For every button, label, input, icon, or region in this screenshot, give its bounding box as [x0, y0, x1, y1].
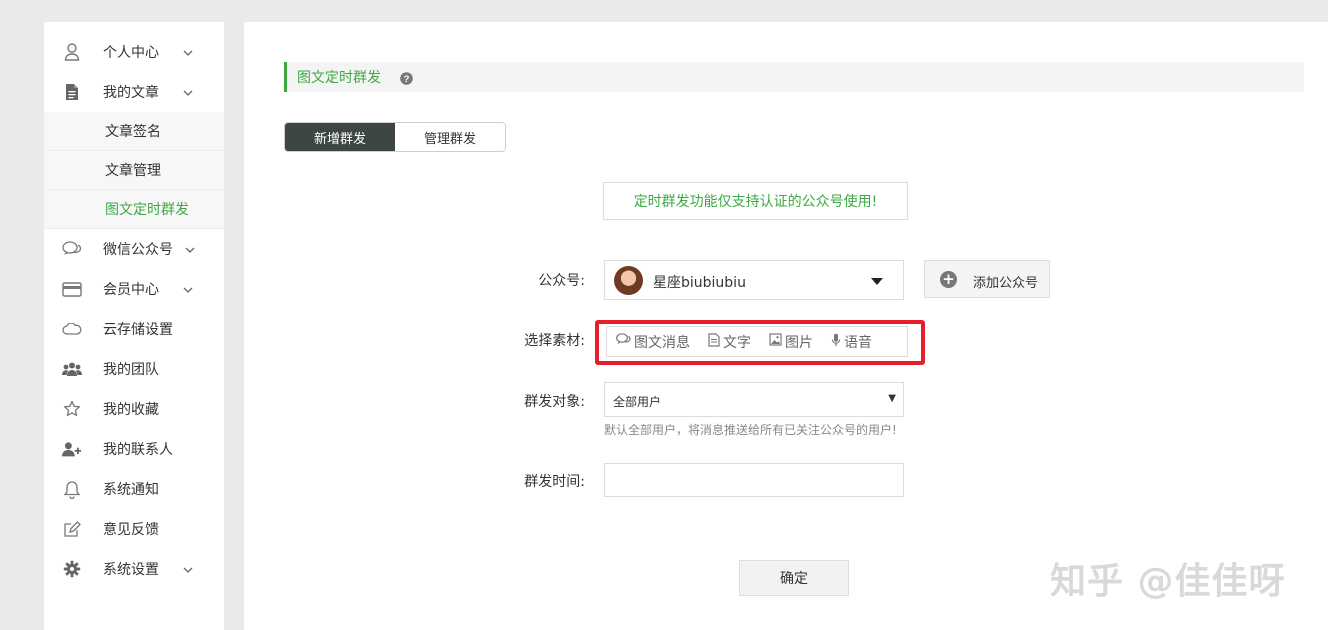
target-select-value: 全部用户: [613, 395, 662, 409]
page-header: 图文定时群发 ?: [284, 62, 1304, 92]
page-title: 图文定时群发: [297, 70, 381, 86]
material-type-tabs: 图文消息 文字 图片 语音: [606, 326, 908, 357]
sidebar-subitem-scheduled-broadcast[interactable]: 图文定时群发: [44, 190, 224, 229]
select-arrow-icon: ▼: [888, 393, 896, 404]
chat-bubble-icon: [616, 333, 634, 350]
sidebar-item-system-settings[interactable]: 系统设置: [44, 549, 224, 589]
chat-icon: [62, 239, 82, 259]
target-label: 群发对象:: [524, 394, 585, 410]
text-file-icon: [708, 332, 723, 351]
chevron-down-icon: [183, 45, 193, 61]
cloud-icon: [62, 319, 82, 339]
target-select[interactable]: 全部用户 ▼: [604, 382, 904, 417]
material-tab-label: 图片: [785, 334, 813, 351]
chevron-down-icon: [183, 85, 193, 101]
target-hint: 默认全部用户，将消息推送给所有已关注公众号的用户!: [604, 423, 897, 437]
sidebar-item-my-articles[interactable]: 我的文章: [44, 72, 224, 112]
account-label: 公众号:: [538, 273, 585, 289]
main-panel: 图文定时群发 ? 新增群发 管理群发 定时群发功能仅支持认证的公众号使用! 公众…: [244, 22, 1328, 630]
sidebar-item-my-team[interactable]: 我的团队: [44, 349, 224, 389]
sidebar-item-my-favorites[interactable]: 我的收藏: [44, 389, 224, 429]
watermark: 知乎 @佳佳呀: [1050, 561, 1286, 602]
image-icon: [769, 333, 785, 350]
plus-circle-icon: +: [940, 271, 957, 288]
sidebar-item-label: 我的联系人: [103, 442, 173, 458]
material-tab-label: 语音: [844, 334, 872, 351]
submenu-my-articles: 文章签名 文章管理 图文定时群发: [44, 112, 224, 229]
sidebar-item-label: 系统设置: [103, 562, 159, 578]
account-select[interactable]: 星座biubiubiu: [604, 260, 904, 300]
sidebar-item-label: 系统通知: [103, 482, 159, 498]
material-tab-text[interactable]: 文字: [708, 332, 751, 352]
account-name: 星座biubiubiu: [653, 275, 746, 291]
material-tab-voice[interactable]: 语音: [831, 332, 872, 352]
tab-manage-broadcast[interactable]: 管理群发: [395, 123, 505, 151]
chevron-down-icon: [183, 282, 193, 298]
broadcast-time-input[interactable]: [604, 463, 904, 497]
sidebar-item-label: 云存储设置: [103, 322, 173, 338]
microphone-icon: [831, 333, 844, 351]
material-label: 选择素材:: [524, 333, 585, 349]
document-icon: [62, 82, 82, 102]
svg-text:?: ?: [404, 74, 410, 85]
gear-icon: [62, 559, 82, 579]
verified-account-notice: 定时群发功能仅支持认证的公众号使用!: [603, 182, 908, 220]
add-account-label: 添加公众号: [973, 276, 1039, 291]
team-icon: [62, 359, 82, 379]
caret-down-icon: [871, 278, 883, 285]
chevron-down-icon: [185, 242, 195, 258]
broadcast-tabs: 新增群发 管理群发: [284, 122, 506, 152]
chevron-down-icon: [183, 562, 193, 578]
sidebar-item-wechat-accounts[interactable]: 微信公众号: [44, 229, 224, 269]
material-tab-label: 文字: [723, 334, 751, 351]
material-tab-image[interactable]: 图片: [769, 332, 813, 352]
edit-icon: [62, 519, 82, 539]
sidebar-item-system-notifications[interactable]: 系统通知: [44, 469, 224, 509]
sidebar-item-personal-center[interactable]: 个人中心: [44, 32, 224, 72]
avatar: [614, 266, 643, 295]
star-icon: [62, 399, 82, 419]
sidebar-item-label: 我的文章: [103, 85, 159, 101]
sidebar-item-member-center[interactable]: 会员中心: [44, 269, 224, 309]
user-icon: [62, 42, 82, 62]
sidebar-item-label: 会员中心: [103, 282, 159, 298]
sidebar-subitem-article-signature[interactable]: 文章签名: [44, 112, 224, 151]
sidebar-item-label: 我的团队: [103, 362, 159, 378]
bell-icon: [62, 479, 82, 499]
tab-new-broadcast[interactable]: 新增群发: [285, 123, 395, 151]
add-account-button[interactable]: + 添加公众号: [924, 260, 1050, 298]
material-highlight-box: 图文消息 文字 图片 语音: [595, 320, 925, 365]
card-icon: [62, 279, 82, 299]
sidebar-item-feedback[interactable]: 意见反馈: [44, 509, 224, 549]
sidebar-item-cloud-storage[interactable]: 云存储设置: [44, 309, 224, 349]
sidebar-item-label: 我的收藏: [103, 402, 159, 418]
time-label: 群发时间:: [524, 474, 585, 490]
sidebar-item-label: 意见反馈: [103, 522, 159, 538]
sidebar-item-my-contacts[interactable]: 我的联系人: [44, 429, 224, 469]
material-tab-news[interactable]: 图文消息: [616, 332, 690, 352]
sidebar-item-label: 个人中心: [103, 45, 159, 61]
help-icon[interactable]: ?: [400, 70, 413, 89]
material-tab-label: 图文消息: [634, 334, 690, 351]
sidebar-subitem-article-management[interactable]: 文章管理: [44, 151, 224, 190]
add-contact-icon: [62, 439, 82, 459]
sidebar: 个人中心 我的文章 文章签名 文章管理 图文定时群发 微信公众号 会员中心 云存…: [44, 22, 224, 630]
confirm-button[interactable]: 确定: [739, 560, 849, 596]
sidebar-item-label: 微信公众号: [103, 242, 173, 258]
